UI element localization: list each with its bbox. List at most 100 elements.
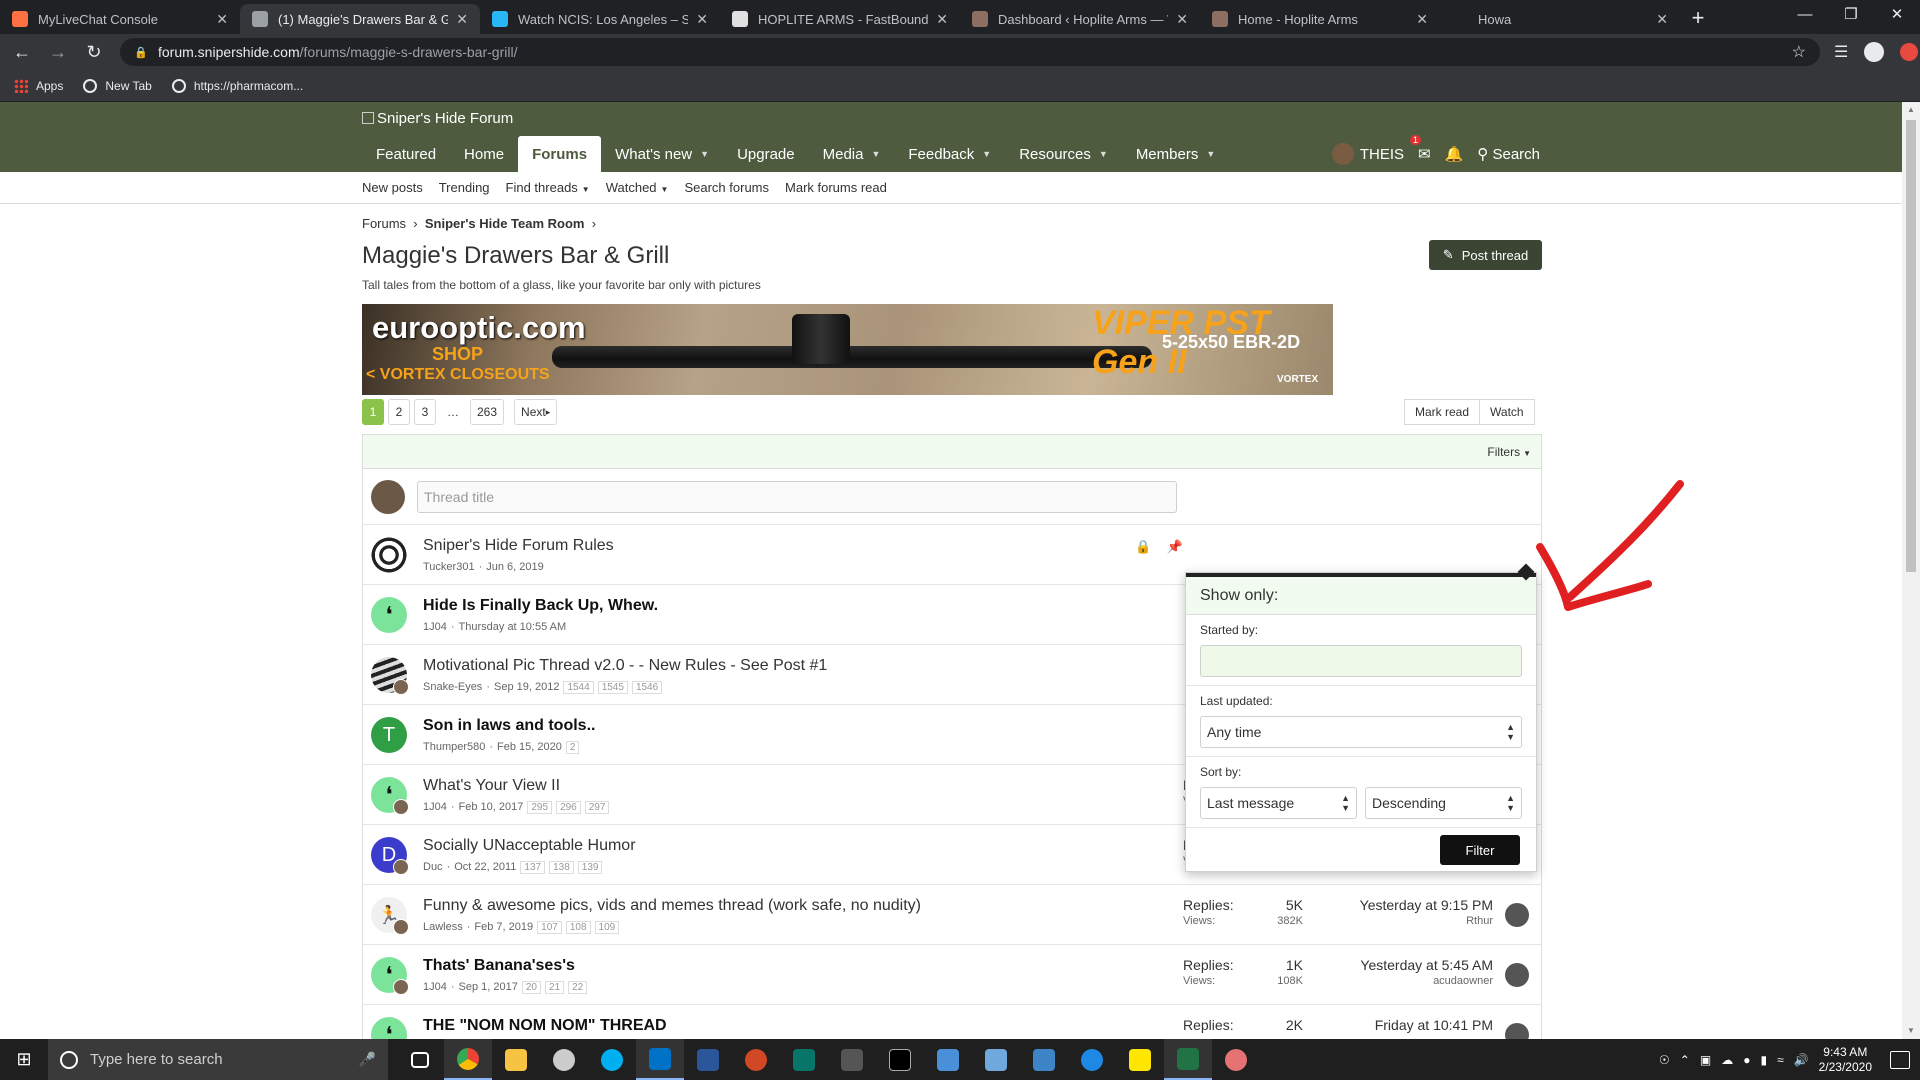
thread-start-date[interactable]: Feb 10, 2017 <box>459 801 524 814</box>
task-view-icon[interactable] <box>396 1039 444 1080</box>
last-post[interactable]: Yesterday at 9:15 PM Rthur <box>1360 897 1493 927</box>
excel-icon[interactable] <box>1164 1039 1212 1080</box>
thread-page-link[interactable]: 1546 <box>631 681 663 694</box>
thread-page-link[interactable]: 107 <box>537 921 562 934</box>
thread-author[interactable]: Snake-Eyes <box>423 681 482 694</box>
thread-start-date[interactable]: Sep 19, 2012 <box>494 681 559 694</box>
app-icon[interactable] <box>1020 1039 1068 1080</box>
post-thread-button[interactable]: ✎ Post thread <box>1429 240 1542 270</box>
thread-start-date[interactable]: Sep 1, 2017 <box>459 981 518 994</box>
close-tab-icon[interactable]: ✕ <box>1176 11 1188 28</box>
browser-tab[interactable]: Home - Hoplite Arms ✕ <box>1200 4 1440 34</box>
thread-page-link[interactable]: 109 <box>594 921 620 934</box>
caret-down-icon[interactable]: ▼ <box>1206 149 1215 159</box>
thread-avatar[interactable]: ❛ <box>371 1017 407 1039</box>
thread-page-link[interactable]: 296 <box>556 801 581 814</box>
filters-button[interactable]: Filters ▼ <box>1487 445 1531 459</box>
thread-title-link[interactable]: Thats' Banana'ses's <box>423 957 575 975</box>
taskbar-search[interactable]: Type here to search 🎤 <box>48 1039 388 1080</box>
thread-author[interactable]: 1J04 <box>423 981 447 994</box>
thread-title-link[interactable]: What's Your View II <box>423 777 560 795</box>
nav-item-members[interactable]: Members ▼ <box>1122 136 1229 172</box>
extension-icon[interactable] <box>1900 43 1919 61</box>
thread-page-link[interactable]: 138 <box>549 861 574 874</box>
last-post[interactable]: Yesterday at 5:45 AM acudaowner <box>1360 957 1493 987</box>
profile-icon[interactable] <box>1864 42 1885 62</box>
thread-avatar[interactable]: ❛ <box>371 597 407 633</box>
thread-page-link[interactable]: 1544 <box>563 681 594 694</box>
user-menu[interactable]: THEIS <box>1331 143 1404 165</box>
thread-author[interactable]: Duc <box>423 861 443 874</box>
page-link[interactable]: 263 <box>470 399 505 425</box>
thread-start-date[interactable]: Feb 15, 2020 <box>497 741 562 754</box>
thread-title-link[interactable]: Sniper's Hide Forum Rules <box>423 537 614 555</box>
thread-title-link[interactable]: THE "NOM NOM NOM" THREAD <box>423 1017 667 1035</box>
wifi-icon[interactable]: ≈ <box>1777 1053 1784 1067</box>
nav-item-media[interactable]: Media ▼ <box>809 136 895 172</box>
publisher-icon[interactable] <box>780 1039 828 1080</box>
browser-tab[interactable]: MyLiveChat Console ✕ <box>0 4 240 34</box>
caret-down-icon[interactable]: ▼ <box>700 149 709 159</box>
thread-start-date[interactable]: Feb 7, 2019 <box>474 921 533 934</box>
thread-title-link[interactable]: Socially UNacceptable Humor <box>423 837 636 855</box>
sticky-notes-icon[interactable] <box>1116 1039 1164 1080</box>
table-row[interactable]: 🏃 Funny & awesome pics, vids and memes th… <box>363 885 1541 945</box>
thread-page-link[interactable]: 295 <box>527 801 553 814</box>
new-tab-icon[interactable]: + <box>1680 4 1716 34</box>
sort-field-select[interactable]: Last message ▲ ▼ <box>1200 787 1357 819</box>
subnav-watched[interactable]: Watched ▼ <box>606 180 669 195</box>
media-queue-icon[interactable]: ☰ <box>1834 42 1848 62</box>
breadcrumb-team-room[interactable]: Sniper's Hide Team Room <box>425 216 585 231</box>
onedrive-icon[interactable]: ☁ <box>1721 1053 1733 1067</box>
thread-avatar[interactable]: T <box>371 717 407 753</box>
thread-page-link[interactable]: 137 <box>520 861 546 874</box>
close-tab-icon[interactable]: ✕ <box>456 11 468 28</box>
scroll-up-icon[interactable]: ▲ <box>1907 105 1915 114</box>
bookmark-pharmacom[interactable]: https://pharmacom... <box>171 78 303 93</box>
outlook-icon[interactable] <box>636 1039 684 1080</box>
thread-page-link[interactable]: 1545 <box>597 681 628 694</box>
watch-button[interactable]: Watch <box>1480 399 1535 425</box>
browser-tab[interactable]: (1) Maggie's Drawers Bar & Grill | Snipe… <box>240 4 480 34</box>
last-updated-select[interactable]: Any time ▲ ▼ <box>1200 716 1522 748</box>
caret-down-icon[interactable]: ▼ <box>1099 149 1108 159</box>
browser-tab[interactable]: HOPLITE ARMS - FastBound ✕ <box>720 4 960 34</box>
browser-tab[interactable]: Howa ✕ <box>1440 4 1680 34</box>
people-icon[interactable]: ☉ <box>1659 1053 1670 1067</box>
thread-start-date[interactable]: Oct 22, 2011 <box>454 861 516 874</box>
subnav-mark-forums-read[interactable]: Mark forums read <box>785 180 887 195</box>
table-row[interactable]: ❛ THE "NOM NOM NOM" THREAD Replies: 2K Frida… <box>363 1005 1541 1039</box>
page-link[interactable]: 1 <box>362 399 384 425</box>
settings-gear-icon[interactable] <box>540 1039 588 1080</box>
caret-down-icon[interactable]: ▼ <box>982 149 991 159</box>
volume-icon[interactable]: 🔊 <box>1794 1053 1809 1067</box>
nav-item-home[interactable]: Home <box>450 136 518 172</box>
thread-title-link[interactable]: Motivational Pic Thread v2.0 - - New Rul… <box>423 657 827 675</box>
thread-page-link[interactable]: 139 <box>577 861 603 874</box>
last-post-date[interactable]: Friday at 10:41 PM <box>1375 1017 1493 1033</box>
page-scrollbar[interactable]: ▲ ▼ <box>1902 102 1920 1039</box>
nav-item-upgrade[interactable]: Upgrade <box>723 136 809 172</box>
microphone-icon[interactable]: 🎤 <box>359 1051 376 1068</box>
thread-title-input[interactable]: Thread title <box>417 480 1177 513</box>
caret-down-icon[interactable]: ▼ <box>871 149 880 159</box>
thread-start-date[interactable]: Thursday at 10:55 AM <box>459 621 567 633</box>
thread-page-link[interactable]: 20 <box>521 981 541 994</box>
thread-author[interactable]: Lawless <box>423 921 463 934</box>
search-link[interactable]: ⚲ Search <box>1477 145 1540 163</box>
close-tab-icon[interactable]: ✕ <box>936 11 948 28</box>
close-window-icon[interactable]: ✕ <box>1874 0 1920 30</box>
thread-page-link[interactable]: 108 <box>565 921 591 934</box>
close-tab-icon[interactable]: ✕ <box>696 11 708 28</box>
edge-icon[interactable] <box>1068 1039 1116 1080</box>
sort-direction-select[interactable]: Descending ▲ ▼ <box>1365 787 1522 819</box>
nav-item-what-s-new[interactable]: What's new ▼ <box>601 136 723 172</box>
subnav-trending[interactable]: Trending <box>439 180 490 195</box>
thread-author[interactable]: Thumper580 <box>423 741 485 754</box>
thread-title-link[interactable]: Funny & awesome pics, vids and memes thr… <box>423 897 921 915</box>
last-post-user[interactable]: Rthur <box>1360 915 1493 927</box>
nav-item-forums[interactable]: Forums <box>518 136 602 172</box>
nav-item-resources[interactable]: Resources ▼ <box>1005 136 1122 172</box>
reload-icon[interactable]: ↻ <box>80 42 108 63</box>
ad-banner[interactable]: eurooptic.com SHOP < VORTEX CLOSEOUTS VI… <box>362 304 1333 395</box>
